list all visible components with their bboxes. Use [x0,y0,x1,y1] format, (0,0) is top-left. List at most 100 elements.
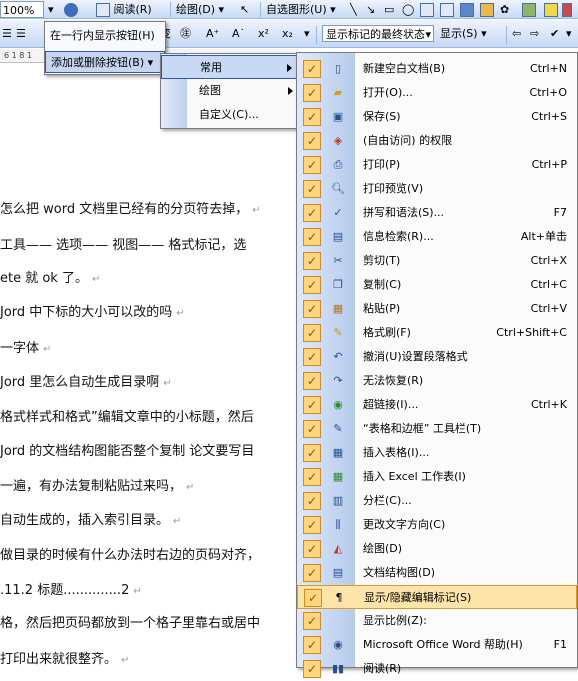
line-color-icon[interactable] [562,1,572,18]
button-toggle-open[interactable]: ✓ ▰ 打开(O)... Ctrl+O [297,81,577,105]
button-toggle-new[interactable]: ✓ ▯ 新建空白文档(B) Ctrl+N [297,57,577,81]
oval-tool-icon[interactable]: ◯ [402,1,414,18]
button-toggle-paste[interactable]: ✓ ▦ 粘贴(P) Ctrl+V [297,297,577,321]
vertical-textbox-icon[interactable] [440,1,454,18]
button-toggle-hyperlink[interactable]: ✓ ◉ 超链接(I)... Ctrl+K [297,393,577,417]
accept-change-icon[interactable]: ✔ [550,25,559,42]
check-icon: ✓ [303,660,321,678]
previous-change-icon[interactable]: ⇦ [512,25,521,42]
read-button-label: 阅读(R) [113,3,152,16]
button-toggle-insert-table[interactable]: ✓ ▦ 插入表格(I)... [297,441,577,465]
print-icon: ⎙ [333,158,343,171]
paste-icon: ▦ [332,302,344,315]
line-tool-icon[interactable]: ╲ [350,1,357,18]
check-icon: ✓ [303,276,321,294]
check-icon: ✓ [303,516,321,534]
chevron-right-icon [287,64,292,72]
tables-borders-icon: ✎ [333,422,343,435]
submenu-item-standard[interactable]: 常用 [161,55,299,79]
markup-display-dropdown[interactable]: 显示标记的最终状态 ▾ [322,25,434,42]
submenu-item-customize[interactable]: 自定义(C)... [161,103,299,127]
toolbar-options-chevron-icon[interactable]: ▾ [304,25,310,42]
button-toggle-undo[interactable]: ✓ ↶ 撤消(U)设置段落格式 [297,345,577,369]
doc-line: Jord 中下标的大小可以改的吗 ↵ [0,305,185,320]
arrow-tool-icon[interactable]: ↘ [366,1,375,18]
grow-font-icon[interactable]: A⁺ [206,25,219,42]
rectangle-tool-icon[interactable]: ▭ [384,1,394,18]
show-buttons-one-row-item[interactable]: 在一行内显示按钮(H) [45,25,165,47]
picture-icon[interactable] [522,1,536,18]
document-map-icon: ▤ [332,566,344,579]
check-icon: ✓ [304,589,322,607]
submenu-item-label: 常用 [200,61,222,74]
button-toggle-research[interactable]: ✓ ▤ 信息检索(R)... Alt+单击 [297,225,577,249]
button-toggle-format-painter[interactable]: ✓ ✎ 格式刷(F) Ctrl+Shift+C [297,321,577,345]
button-toggle-help[interactable]: ✓ ◉ Microsoft Office Word 帮助(H) F1 [297,633,577,657]
wordart-icon[interactable] [460,1,474,18]
zoom-combo[interactable]: 100% [0,1,44,18]
zoom-dropdown-arrow[interactable]: ▾ [48,1,54,18]
button-toggle-text-direction[interactable]: ✓ ⫼ 更改文字方向(C) [297,513,577,537]
next-change-icon[interactable]: ⇨ [530,25,539,42]
button-toggle-zoom[interactable]: ✓ 显示比例(Z): [297,609,577,633]
chevron-down-icon: ▾ [147,56,154,69]
standard-buttons-list: ✓ ▯ 新建空白文档(B) Ctrl+N ✓ ▰ 打开(O)... Ctrl+O ✓ ▣ 保存(… [296,52,578,678]
superscript-icon[interactable]: x² [258,25,269,42]
check-icon: ✓ [303,564,321,582]
reject-change-icon[interactable]: ▾ [566,25,572,42]
paragraph-mark: ↵ [252,205,261,216]
button-toggle-save[interactable]: ✓ ▣ 保存(S) Ctrl+S [297,105,577,129]
doc-line: 自动生成的，插入索引目录。 ↵ [0,513,182,528]
button-toggle-read[interactable]: ✓ ▮▮ 阅读(R) [297,657,577,681]
check-icon: ✓ [303,612,321,630]
button-toggle-insert-excel[interactable]: ✓ ▦ 插入 Excel 工作表(I) [297,465,577,489]
markup-display-value: 显示标记的最终状态 [326,28,425,41]
button-toggle-print[interactable]: ✓ ⎙ 打印(P) Ctrl+P [297,153,577,177]
paragraph-mark: ↵ [121,655,130,666]
clipart-icon[interactable]: ✿ [500,1,509,18]
button-toggle-copy[interactable]: ✓ ❐ 复制(C) Ctrl+C [297,273,577,297]
textbox-tool-icon[interactable] [420,1,434,18]
check-icon: ✓ [303,60,321,78]
fill-color-icon[interactable] [544,1,558,18]
button-toggle-permission[interactable]: ✓ ◈ (自由访问) 的权限 [297,129,577,153]
show-markup-button[interactable]: 显示(S) ▾ [440,25,487,42]
permission-icon: ◈ [333,134,343,147]
read-button[interactable]: 阅读(R) [96,1,152,18]
paragraph-mark: ↵ [133,586,142,597]
check-icon: ✓ [303,252,321,270]
shrink-font-icon[interactable]: A˙ [232,25,245,42]
paragraph-mark: ↵ [176,308,185,319]
doc-line: Jord 的文档结构图能否整个复制 论文要写目 [0,444,255,459]
button-toggle-columns[interactable]: ✓ ▥ 分栏(C)... [297,489,577,513]
autoshapes-button[interactable]: 自选图形(U) ▾ [266,1,336,18]
text-direction-icon: ⫼ [335,518,341,531]
doc-line: 怎么把 word 文档里已经有的分页符去掉， ↵ [0,202,261,217]
indent-icon[interactable]: ☰ [16,25,26,42]
subscript-icon[interactable]: x₂ [282,25,293,42]
toolbars-submenu: 常用 绘图 自定义(C)... [160,53,300,129]
check-icon: ✓ [303,204,321,222]
add-remove-buttons-item[interactable]: 添加或删除按钮(B) ▾ [45,51,165,73]
button-toggle-tables-borders[interactable]: ✓ ✎ “表格和边框” 工具栏(T) [297,417,577,441]
help-icon[interactable] [64,1,78,18]
diagram-icon[interactable] [480,1,494,18]
button-toggle-document-map[interactable]: ✓ ▤ 文档结构图(D) [297,561,577,585]
button-toggle-cut[interactable]: ✓ ✂ 剪切(T) Ctrl+X [297,249,577,273]
submenu-item-drawing[interactable]: 绘图 [161,79,299,103]
doc-line: 做目录的时候有什么办法时右边的页码对齐， [0,548,261,563]
button-toggle-drawing[interactable]: ✓ ◭ 绘图(D) [297,537,577,561]
button-toggle-print-preview[interactable]: ✓ 🔍︎ 打印预览(V) [297,177,577,201]
add-remove-buttons-label: 添加或删除按钮(B) [51,56,145,69]
bullets-icon[interactable]: ☰ [2,25,12,42]
insert-table-icon: ▦ [332,446,344,459]
button-toggle-show-hide-marks[interactable]: ✓ ¶ 显示/隐藏编辑标记(S) [297,585,577,609]
draw-menu-button[interactable]: 绘图(D) ▾ [176,1,224,18]
columns-icon: ▥ [332,494,344,507]
chevron-down-icon: ▾ [425,28,431,41]
select-objects-icon[interactable]: ↖ [240,1,249,18]
button-toggle-spelling[interactable]: ✓ ✓ 拼写和语法(S)... F7 [297,201,577,225]
check-icon: ✓ [303,396,321,414]
button-toggle-redo[interactable]: ✓ ↷ 无法恢复(R) [297,369,577,393]
enclose-characters-icon[interactable]: ㊟ [180,25,191,42]
